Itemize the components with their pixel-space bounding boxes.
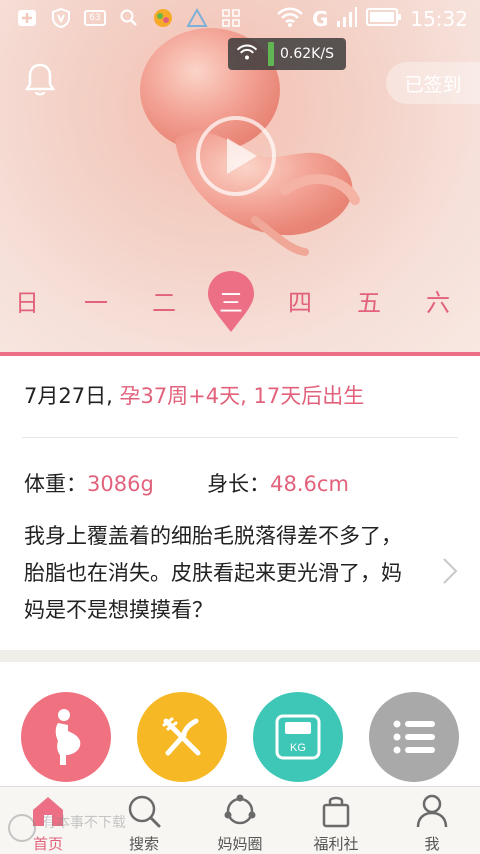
section-separator — [0, 650, 480, 662]
weekday-selector: 日 一 二 三 四 五 六 — [0, 276, 480, 336]
weekday-mon[interactable]: 一 — [72, 276, 120, 324]
shortcut-row: KG — [0, 662, 480, 786]
clock-time: 15:32 — [410, 7, 468, 31]
length-label: 身长： — [207, 472, 271, 496]
add-notification-icon — [16, 8, 38, 28]
recycle-icon — [186, 8, 208, 28]
status-bar: 63 G 15:32 — [0, 0, 480, 38]
date-line: 7月27日, 孕37周+4天, 17天后出生 — [24, 380, 364, 410]
play-video-button[interactable] — [196, 116, 276, 196]
user-icon — [416, 794, 448, 828]
current-date: 7月27日, — [24, 384, 113, 408]
battery-percent-icon: 63 — [84, 10, 106, 26]
fetus-hero-banner: 63 G 15:32 0.62K/S 已签到 日 一 二 三 四 五 六 — [0, 0, 480, 356]
bell-icon[interactable] — [24, 62, 56, 98]
weekday-tue[interactable]: 二 — [140, 276, 188, 324]
community-icon — [224, 794, 256, 825]
nav-welfare[interactable]: 福利社 — [288, 787, 384, 854]
pregnancy-shortcut-button[interactable] — [21, 692, 111, 782]
nav-community-label: 妈妈圈 — [217, 835, 263, 853]
list-menu-icon — [393, 720, 435, 754]
baby-info-card[interactable]: 7月27日, 孕37周+4天, 17天后出生 体重：3086g 身长：48.6c… — [0, 356, 480, 650]
watermark: 有本事不下载 — [8, 810, 188, 848]
shield-icon — [50, 8, 72, 28]
net-speed-overlay: 0.62K/S — [228, 38, 346, 70]
wifi-icon — [276, 6, 304, 32]
menu-shortcut-button[interactable] — [369, 692, 459, 782]
wifi-icon — [236, 43, 258, 65]
divider — [22, 437, 458, 438]
grid-icon — [220, 8, 242, 28]
network-type-label: G — [311, 7, 329, 31]
weekday-fri[interactable]: 五 — [345, 276, 393, 324]
pregnant-woman-icon — [55, 709, 81, 765]
nutrition-shortcut-button[interactable] — [137, 692, 227, 782]
weight-shortcut-button[interactable]: KG — [253, 692, 343, 782]
battery-icon — [366, 7, 402, 31]
baby-stats: 体重：3086g 身长：48.6cm — [24, 468, 349, 498]
chevron-right-icon[interactable] — [440, 556, 460, 586]
weekday-sun[interactable]: 日 — [3, 276, 51, 324]
shopping-bag-icon — [322, 796, 350, 828]
watermark-logo-icon — [8, 814, 36, 842]
play-icon — [227, 138, 257, 174]
signal-icon — [336, 6, 358, 32]
nav-community[interactable]: 妈妈圈 — [192, 787, 288, 854]
nav-me-label: 我 — [424, 835, 440, 853]
app-notification-icon — [152, 8, 174, 28]
watermark-text: 有本事不下载 — [42, 815, 126, 831]
scale-icon: KG — [275, 714, 321, 760]
search-icon — [118, 8, 140, 28]
nav-welfare-label: 福利社 — [313, 835, 359, 853]
weekday-thu[interactable]: 四 — [276, 276, 324, 324]
baby-description: 我身上覆盖着的细胎毛脱落得差不多了，胎脂也在消失。皮肤看起来更光滑了，妈妈是不是… — [24, 524, 402, 622]
net-speed-value: 0.62K/S — [280, 46, 334, 62]
fork-knife-icon — [162, 717, 201, 756]
checkin-button[interactable]: 已签到 — [386, 62, 480, 104]
speed-bar — [268, 42, 274, 66]
pregnancy-progress: 孕37周+4天, 17天后出生 — [119, 384, 365, 408]
weight-value: 3086g — [87, 472, 154, 496]
length-value: 48.6cm — [270, 472, 349, 496]
weekday-sat[interactable]: 六 — [414, 276, 462, 324]
scale-kg-label: KG — [290, 742, 306, 754]
nav-me[interactable]: 我 — [384, 787, 480, 854]
weight-label: 体重： — [24, 472, 87, 496]
weekday-wed[interactable]: 三 — [207, 276, 255, 324]
